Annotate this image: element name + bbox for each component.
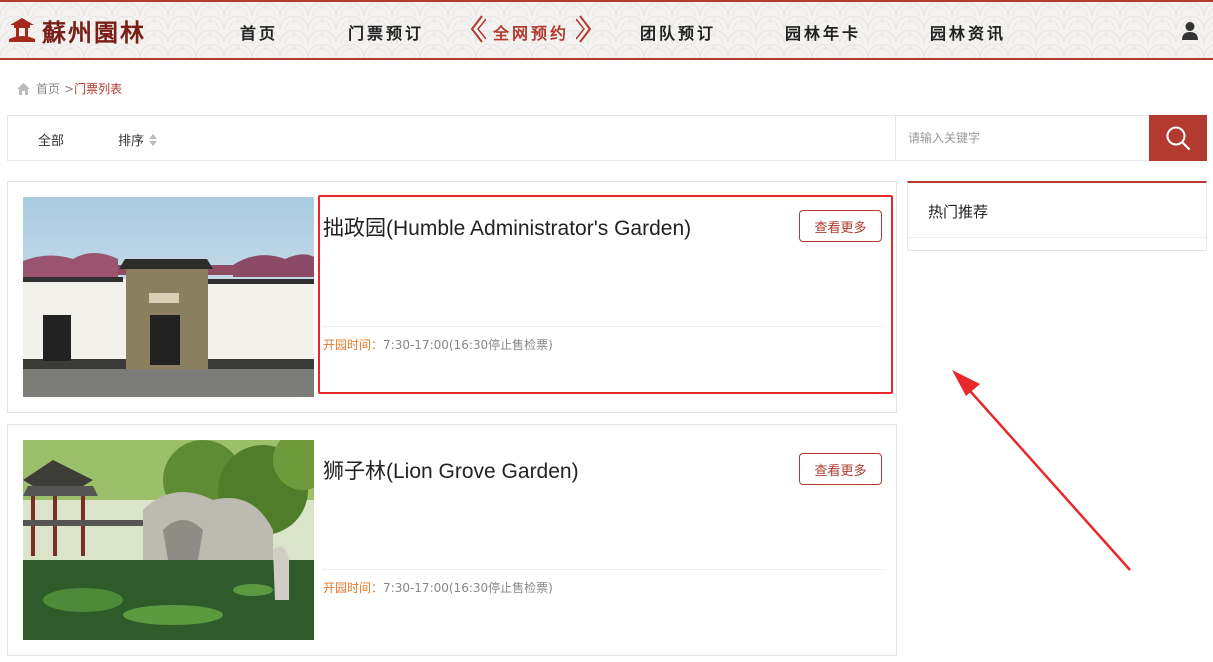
filter-bar: 全部 排序	[7, 115, 1207, 161]
sort-label: 排序	[118, 134, 145, 149]
breadcrumb-separator: >	[64, 81, 75, 96]
opening-hours: 开园时间：7:30-17:00(16:30停止售检票)	[323, 579, 553, 596]
sort-toggle[interactable]: 排序	[118, 130, 158, 149]
nav-item-news[interactable]: 园林资讯	[930, 20, 1006, 44]
nav-item-group-booking[interactable]: 团队预订	[640, 20, 716, 44]
nav-item-home[interactable]: 首页	[240, 20, 278, 44]
search-icon	[1166, 126, 1191, 151]
chevron-right-icon	[576, 15, 592, 43]
garden-photo[interactable]	[23, 197, 314, 397]
brand-name: 蘇州園林	[42, 17, 146, 47]
breadcrumb-current: 门票列表	[74, 82, 123, 96]
garden-card: 狮子林(Lion Grove Garden) 查看更多 开园时间：7:30-17…	[7, 424, 897, 656]
garden-photo[interactable]	[23, 440, 314, 640]
filter-all-tab[interactable]: 全部	[38, 130, 64, 149]
garden-title[interactable]: 狮子林(Lion Grove Garden)	[323, 455, 579, 485]
site-logo[interactable]: 蘇州園林	[8, 10, 146, 50]
annotation-highlight-box	[318, 195, 893, 394]
nav-item-tickets[interactable]: 门票预订	[348, 20, 424, 44]
breadcrumb-home-link[interactable]: 首页	[36, 80, 60, 97]
hot-recommendations-panel: 热门推荐	[907, 181, 1207, 251]
search-button[interactable]	[1149, 115, 1207, 161]
chevron-left-icon	[470, 15, 486, 43]
opening-hours-label: 开园时间：	[323, 581, 384, 595]
sidebar-divider	[908, 237, 1206, 238]
sort-arrows-icon	[149, 133, 158, 146]
sidebar-title: 热门推荐	[928, 203, 989, 221]
nav-item-annual-card[interactable]: 园林年卡	[785, 20, 861, 44]
top-navigation-bar: 蘇州園林 首页 门票预订 全网预约 团队预订 园林年卡 园林资讯	[0, 0, 1213, 60]
view-more-button[interactable]: 查看更多	[799, 453, 882, 485]
wave-pattern-background	[0, 2, 1213, 58]
user-icon[interactable]	[1181, 21, 1199, 41]
search-input[interactable]	[896, 115, 1150, 161]
home-icon	[17, 82, 30, 95]
breadcrumb: 首页 > 门票列表	[17, 80, 122, 97]
nav-item-reservation[interactable]: 全网预约	[470, 15, 592, 44]
annotation-arrow	[952, 370, 1131, 571]
nav-item-reservation-label: 全网预约	[493, 24, 570, 43]
opening-hours-value: 7:30-17:00(16:30停止售检票)	[383, 581, 553, 595]
pavilion-logo-icon	[9, 18, 35, 42]
search-box	[895, 115, 1207, 161]
divider	[323, 569, 883, 570]
